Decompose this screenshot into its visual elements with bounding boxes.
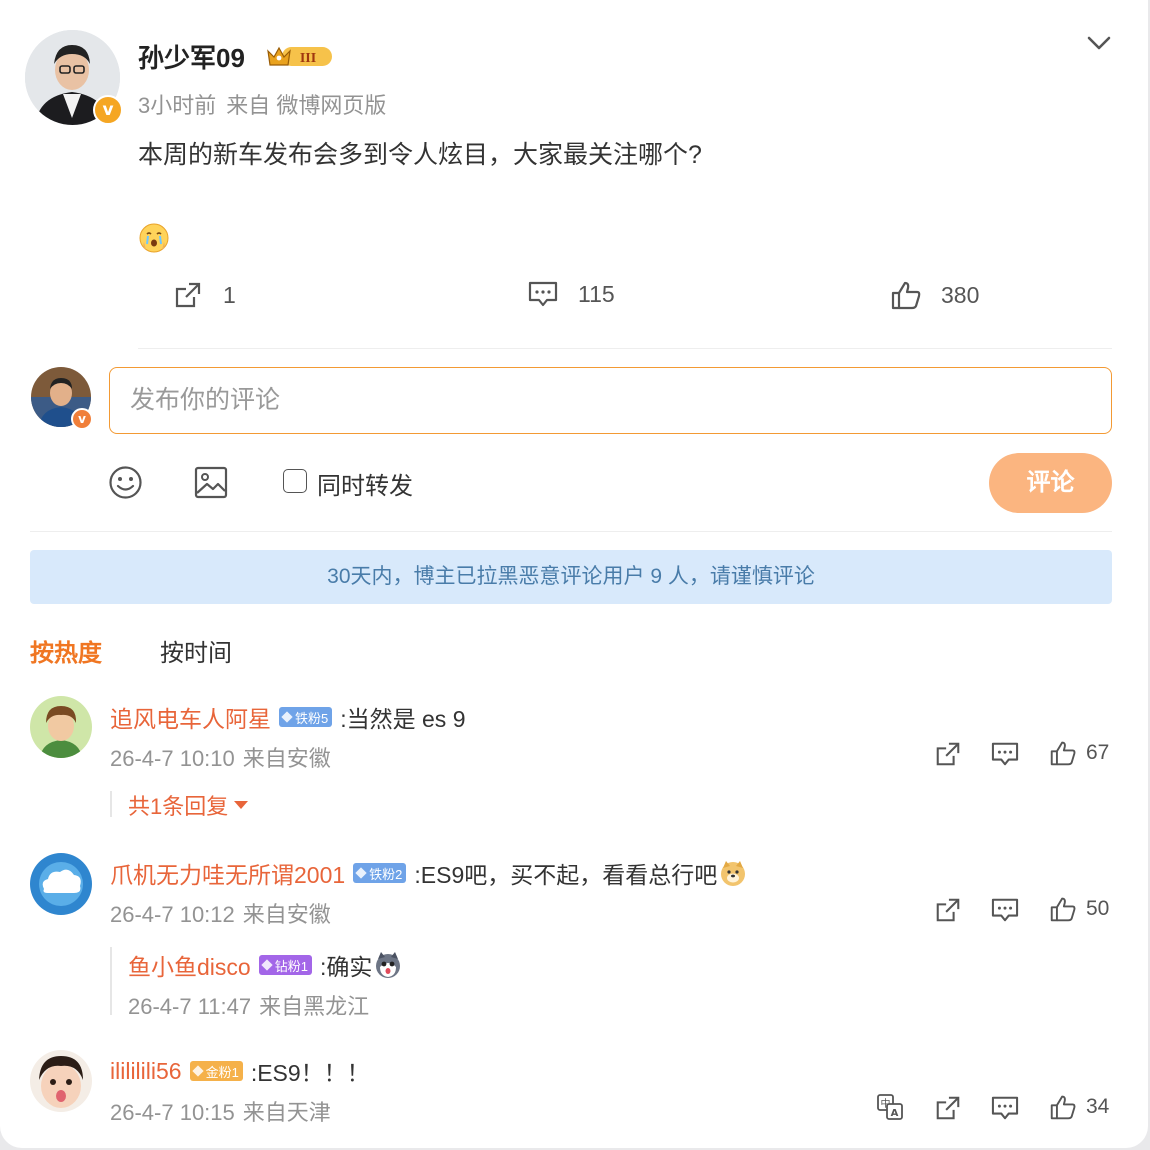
comment-row: ilililili56 金粉1 :ES9！！！ — [110, 1054, 370, 1088]
submit-comment-button[interactable]: 评论 — [989, 453, 1112, 513]
comment-location: 来自安徽 — [242, 746, 331, 771]
post-source: 来自 微博网页版 — [226, 93, 387, 118]
comment-action[interactable]: 115 — [528, 280, 615, 308]
thumbs-up-icon — [891, 281, 921, 310]
comment-count: 115 — [578, 280, 615, 307]
reply-location: 来自黑龙江 — [259, 994, 370, 1019]
comment-time: 26-4-7 10:15 — [110, 1100, 235, 1125]
reply-meta: 26-4-7 11:47 来自黑龙江 — [128, 989, 369, 1021]
svg-text:A: A — [891, 1108, 899, 1119]
comment-like-count: 34 — [1086, 1095, 1110, 1118]
repost-action[interactable]: 1 — [173, 280, 236, 310]
comment-time: 26-4-7 10:10 — [110, 746, 235, 771]
comment-icon — [528, 281, 558, 307]
chevron-down-icon[interactable] — [1084, 32, 1114, 54]
diamond-icon — [191, 1065, 204, 1077]
crown-level-icon: III — [267, 46, 332, 66]
comment-time: 26-4-7 10:12 — [110, 902, 235, 927]
post-divider — [138, 348, 1112, 349]
diamond-icon — [355, 867, 367, 879]
reply-thread-line — [110, 791, 112, 817]
fan-badge: 金粉1 — [189, 1061, 243, 1081]
repost-checkbox[interactable] — [283, 469, 307, 493]
like-action[interactable]: 380 — [891, 280, 979, 310]
comment-icon[interactable] — [991, 1095, 1019, 1121]
comment-location: 来自天津 — [242, 1100, 331, 1125]
comment-icon[interactable] — [991, 897, 1019, 923]
more-replies-link[interactable]: 共1条回复 — [128, 789, 249, 821]
thumbs-up-icon — [1050, 1095, 1076, 1120]
diamond-icon — [261, 959, 273, 971]
image-icon[interactable] — [194, 466, 228, 499]
fan-badge: 钻粉1 — [258, 955, 312, 975]
composer-divider — [30, 531, 1112, 532]
husky-emoji-icon — [376, 952, 401, 978]
comment-input[interactable] — [110, 368, 1111, 433]
repost-checkbox-label[interactable]: 同时转发 — [317, 466, 413, 501]
comment-meta: 26-4-7 10:10 来自安徽 — [110, 741, 331, 773]
comment-meta: 26-4-7 10:12 来自安徽 — [110, 897, 331, 929]
crying-face-emoji-icon — [139, 223, 169, 253]
commenter-avatar[interactable] — [30, 1050, 92, 1112]
doge-emoji-icon — [721, 861, 746, 886]
comment-like-button[interactable]: 34 — [1050, 1094, 1109, 1120]
comment-row: 爪机无力哇无所谓2001 铁粉2 :ES9吧，买不起，看看总行吧 — [110, 856, 747, 890]
commenter-avatar[interactable] — [30, 696, 92, 758]
like-count: 380 — [941, 281, 980, 308]
commenter-name[interactable]: 爪机无力哇无所谓2001 — [110, 856, 345, 890]
reply-row: 鱼小鱼disco 钻粉1 :确实 — [128, 948, 402, 982]
comment-input-box[interactable] — [109, 367, 1112, 434]
repost-icon — [175, 282, 201, 308]
tab-sort-time[interactable]: 按时间 — [160, 633, 232, 668]
comment-like-count: 50 — [1086, 897, 1110, 920]
post-text: 本周的新车发布会多到令人炫目，大家最关注哪个? — [138, 141, 702, 169]
comment-row: 追风电车人阿星 铁粉5 :当然是 es 9 — [110, 700, 466, 734]
weibo-post-card: v 孙少军09 III 3小时前 来自 微博网页版 本周的新车发布会多到令人炫目，… — [0, 0, 1148, 1148]
verified-badge-icon: v — [93, 95, 123, 125]
diamond-icon — [281, 711, 293, 723]
reply-thread-line — [110, 947, 112, 1015]
comment-like-button[interactable]: 50 — [1050, 896, 1109, 922]
repost-icon[interactable] — [934, 740, 962, 768]
comment-meta: 26-4-7 10:15 来自天津 — [110, 1095, 331, 1127]
emoji-icon[interactable] — [108, 465, 143, 500]
caret-down-icon — [234, 801, 249, 809]
commenter-name[interactable]: 追风电车人阿星 — [110, 700, 271, 734]
comment-text: :当然是 es 9 — [340, 706, 466, 732]
blocklist-notice: 30天内，博主已拉黑恶意评论用户 9 人，请谨慎评论 — [30, 550, 1112, 604]
author-name[interactable]: 孙少军09 — [138, 38, 245, 75]
post-time: 3小时前 — [138, 93, 217, 118]
reply-text: :确实 — [319, 954, 373, 980]
post-meta: 3小时前 来自 微博网页版 — [138, 88, 386, 120]
tab-sort-hot[interactable]: 按热度 — [30, 633, 102, 668]
repost-count: 1 — [223, 281, 236, 308]
repost-icon[interactable] — [934, 896, 962, 924]
fan-badge: 铁粉2 — [353, 863, 407, 883]
verified-badge-icon: v — [71, 408, 93, 430]
comment-location: 来自安徽 — [242, 902, 331, 927]
reply-time: 26-4-7 11:47 — [128, 994, 252, 1019]
translate-icon[interactable]: 中 A — [876, 1093, 904, 1121]
svg-text:III: III — [300, 51, 316, 66]
commenter-avatar[interactable] — [30, 853, 92, 915]
comment-text: :ES9吧，买不起，看看总行吧 — [414, 862, 718, 888]
repost-icon[interactable] — [934, 1094, 962, 1122]
replier-name[interactable]: 鱼小鱼disco — [128, 948, 251, 982]
comment-text: :ES9！！！ — [250, 1060, 370, 1086]
comment-like-count: 67 — [1086, 741, 1110, 764]
comment-like-button[interactable]: 67 — [1050, 740, 1109, 766]
thumbs-up-icon — [1050, 897, 1076, 922]
commenter-name[interactable]: ilililili56 — [110, 1058, 182, 1085]
fan-badge: 铁粉5 — [279, 707, 333, 727]
comment-icon[interactable] — [991, 741, 1019, 767]
thumbs-up-icon — [1050, 741, 1076, 766]
